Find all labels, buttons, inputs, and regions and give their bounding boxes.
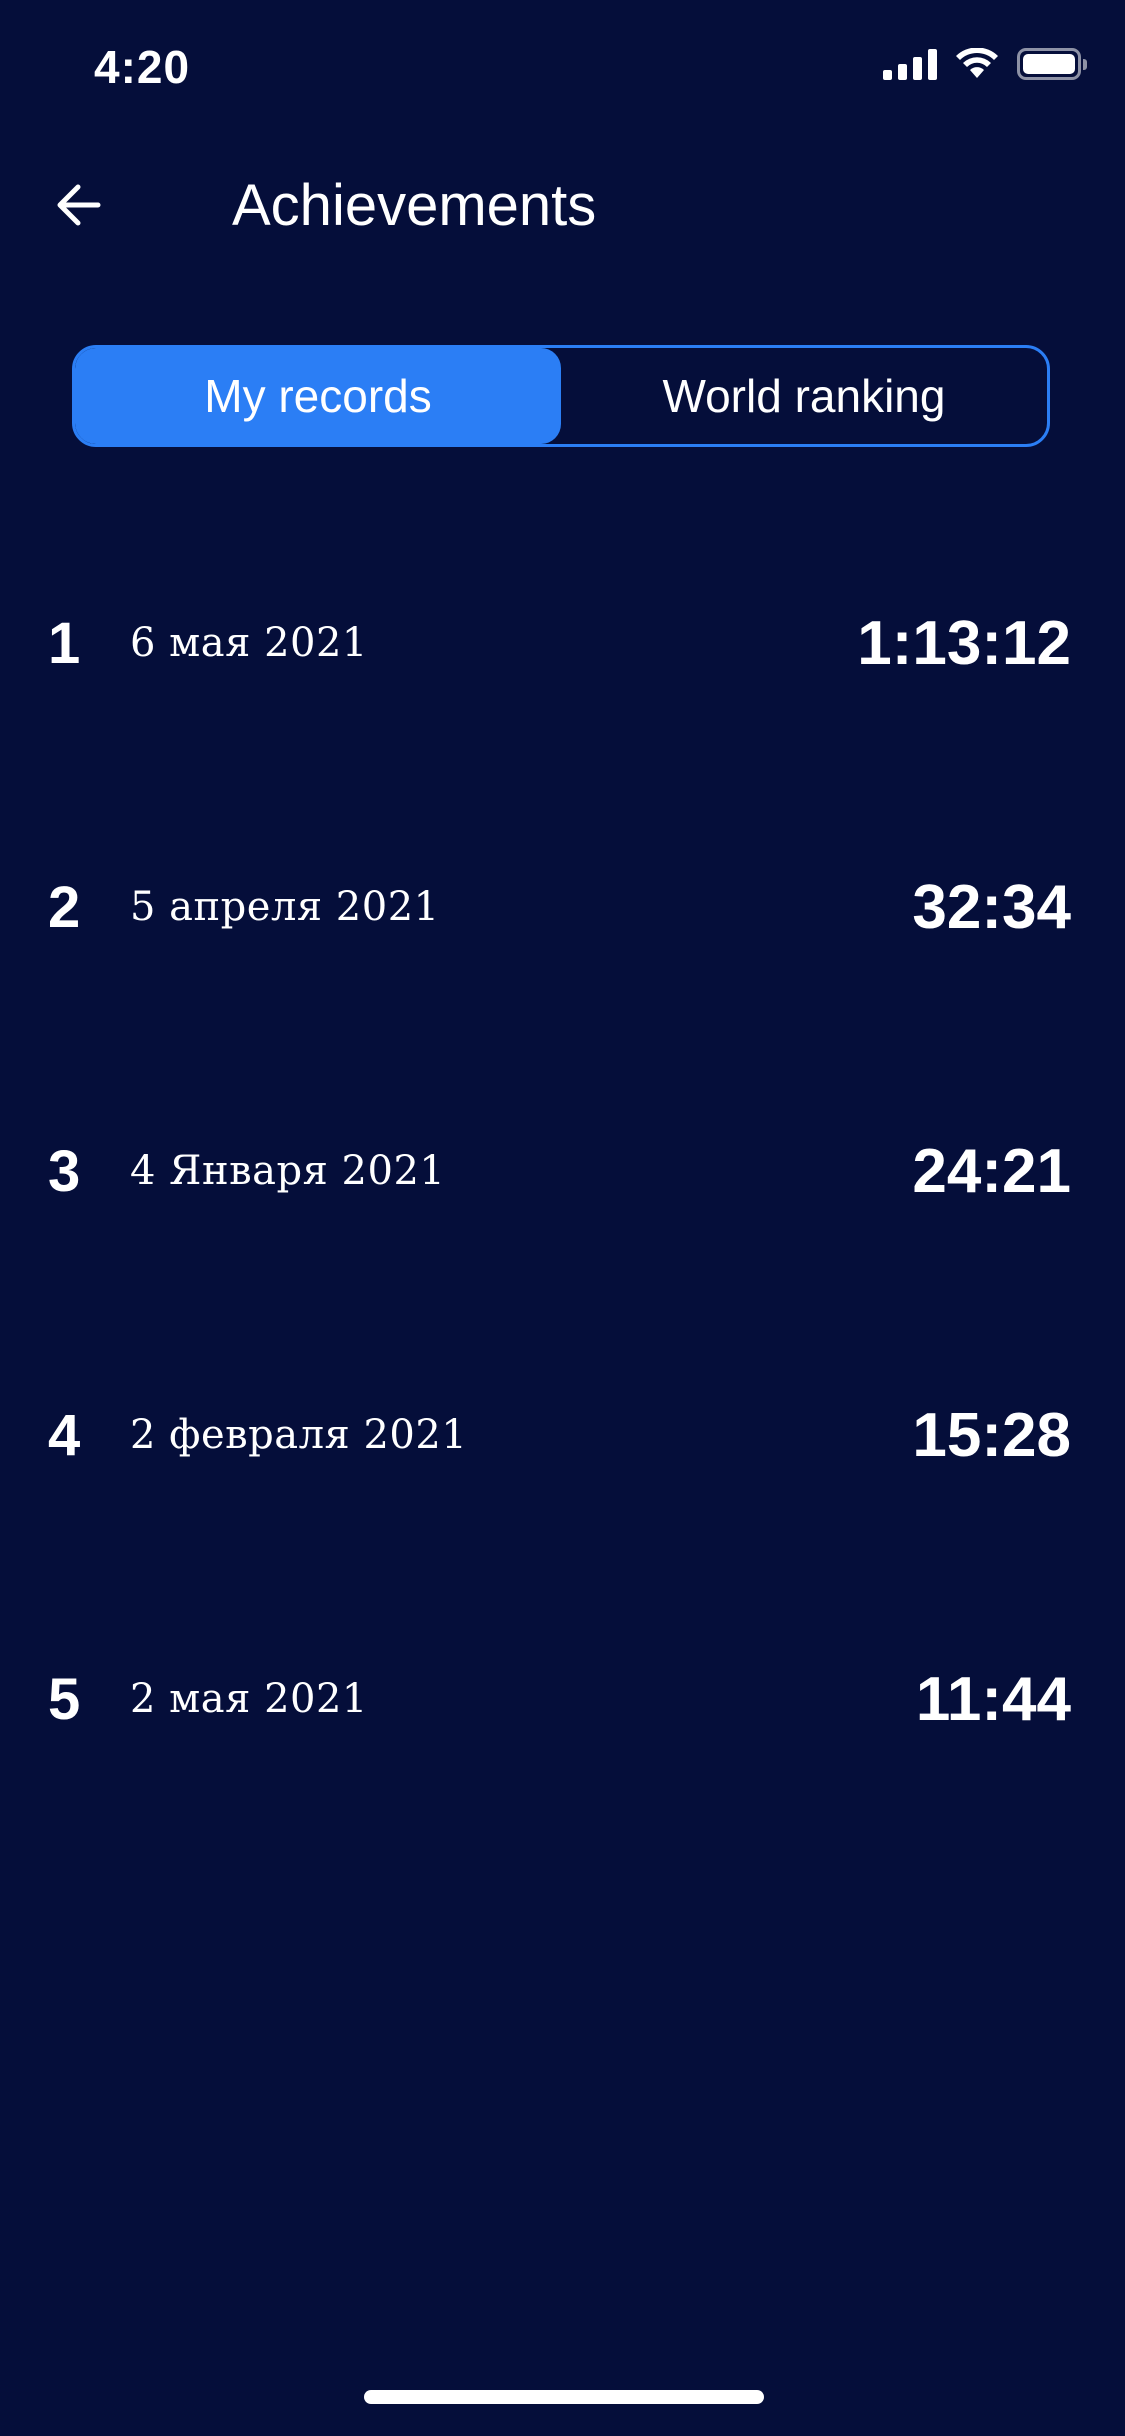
record-time: 1:13:12 [857, 609, 1071, 678]
records-list: 1 6 мая 2021 1:13:12 2 5 апреля 2021 32:… [0, 560, 1125, 1880]
record-time: 32:34 [912, 873, 1071, 942]
home-indicator[interactable] [364, 2390, 764, 2404]
signal-icon [883, 48, 937, 80]
record-date: 2 февраля 2021 [130, 1412, 468, 1458]
record-date: 4 Января 2021 [130, 1148, 446, 1194]
segmented-tabs: My records World ranking [72, 345, 1050, 447]
status-bar: 4:20 [0, 0, 1125, 132]
record-rank: 2 [48, 875, 81, 940]
record-date: 6 мая 2021 [130, 620, 368, 666]
record-row[interactable]: 1 6 мая 2021 1:13:12 [0, 560, 1125, 824]
record-rank: 4 [48, 1403, 81, 1468]
record-row[interactable]: 4 2 февраля 2021 15:28 [0, 1352, 1125, 1616]
page-title: Achievements [232, 173, 597, 238]
status-time: 4:20 [94, 41, 191, 93]
record-date: 5 апреля 2021 [130, 884, 440, 930]
wifi-icon [956, 48, 998, 78]
tab-my-records[interactable]: My records [75, 348, 561, 444]
record-time: 11:44 [915, 1665, 1071, 1734]
record-time: 24:21 [912, 1137, 1071, 1206]
record-rank: 3 [48, 1139, 81, 1204]
record-row[interactable]: 2 5 апреля 2021 32:34 [0, 824, 1125, 1088]
back-button[interactable] [38, 170, 118, 240]
record-time: 15:28 [912, 1401, 1071, 1470]
record-rank: 1 [48, 611, 81, 676]
battery-icon [1017, 48, 1087, 80]
status-icons [883, 48, 1087, 80]
record-row[interactable]: 5 2 мая 2021 11:44 [0, 1616, 1125, 1880]
record-date: 2 мая 2021 [130, 1676, 368, 1722]
record-row[interactable]: 3 4 Января 2021 24:21 [0, 1088, 1125, 1352]
arrow-left-icon [57, 184, 101, 226]
record-rank: 5 [48, 1667, 81, 1732]
tab-world-ranking[interactable]: World ranking [561, 348, 1047, 444]
header: Achievements [0, 150, 1125, 260]
